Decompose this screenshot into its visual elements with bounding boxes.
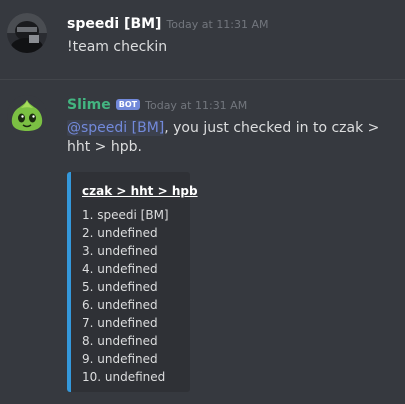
- list-item: 8. undefined: [82, 334, 158, 348]
- message-group: speedi [BM] Today at 11:31 AM !team chec…: [0, 0, 405, 79]
- user-avatar[interactable]: [7, 13, 47, 53]
- message-content: @speedi [BM], you just checked in to cza…: [67, 119, 402, 157]
- rich-embed: czak > hht > hpb 1. speedi [BM] 2. undef…: [67, 172, 198, 392]
- bot-tag: BOT: [115, 99, 141, 110]
- user-avatar-icon: [7, 13, 47, 53]
- list-item: 3. undefined: [82, 244, 158, 258]
- list-item: 2. undefined: [82, 226, 158, 240]
- message-content: !team checkin: [67, 39, 168, 55]
- message-group: Slime BOT Today at 11:31 AM @speedi [BM]…: [0, 80, 405, 404]
- author-name[interactable]: speedi [BM]: [67, 16, 161, 32]
- message-timestamp: Today at 11:31 AM: [145, 99, 248, 112]
- author-name[interactable]: Slime: [67, 97, 111, 113]
- message-header: Slime BOT Today at 11:31 AM: [67, 97, 247, 117]
- message-timestamp: Today at 11:31 AM: [166, 18, 269, 31]
- roster-list: 1. speedi [BM] 2. undefined 3. undefined…: [82, 206, 169, 386]
- list-item: 1. speedi [BM]: [82, 208, 169, 222]
- green-slime-avatar-icon: [7, 95, 47, 135]
- user-mention[interactable]: @speedi [BM]: [67, 120, 165, 136]
- list-item: 7. undefined: [82, 316, 158, 330]
- embed-title: czak > hht > hpb: [82, 184, 198, 198]
- list-item: 5. undefined: [82, 280, 158, 294]
- list-item: 10. undefined: [82, 370, 166, 384]
- bot-avatar[interactable]: [7, 95, 47, 135]
- message-header: speedi [BM] Today at 11:31 AM: [67, 16, 269, 36]
- list-item: 4. undefined: [82, 262, 158, 276]
- list-item: 9. undefined: [82, 352, 158, 366]
- list-item: 6. undefined: [82, 298, 158, 312]
